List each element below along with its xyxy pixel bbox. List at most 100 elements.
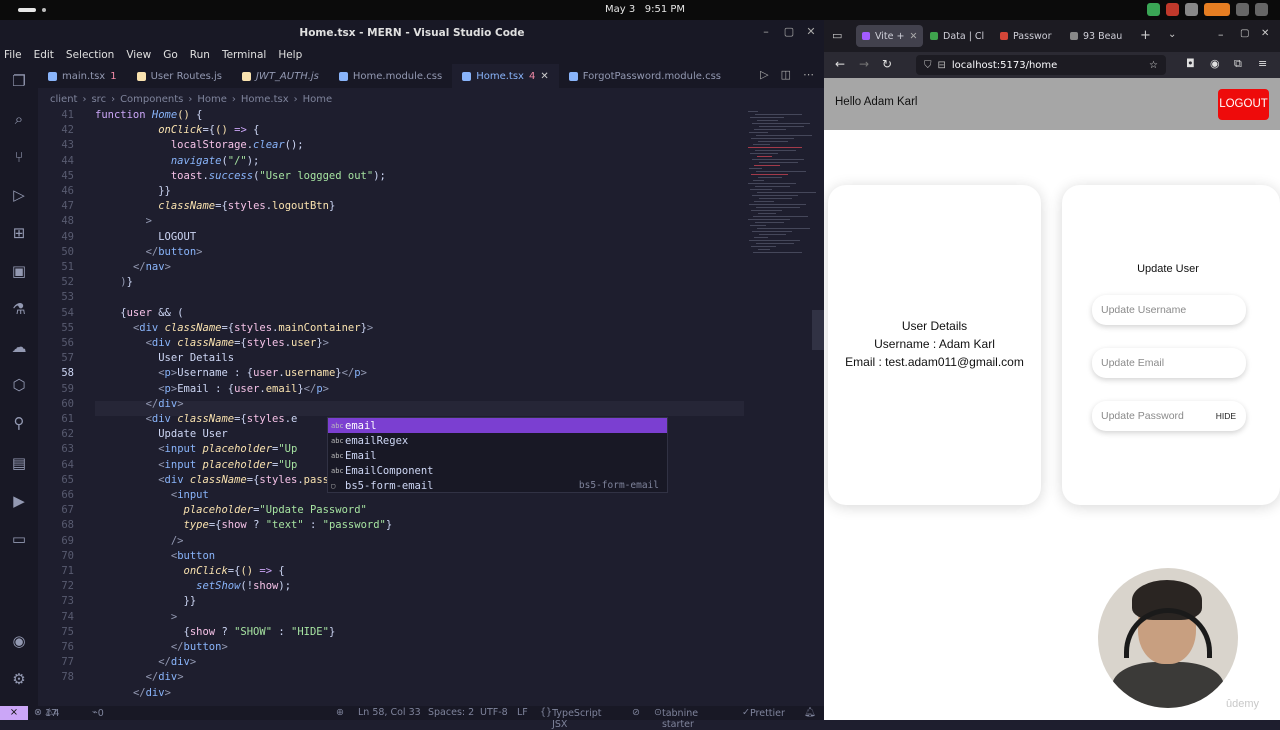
browser-tab-beau[interactable]: 93 Beau: [1064, 25, 1128, 47]
tabnine-status[interactable]: ⊙ tabnine starter: [654, 707, 698, 730]
menu-file[interactable]: File: [4, 49, 22, 61]
menu-view[interactable]: View: [126, 49, 151, 61]
menu-run[interactable]: Run: [190, 49, 210, 61]
close-icon[interactable]: ✕: [803, 24, 819, 40]
reload-icon[interactable]: ↻: [882, 57, 892, 71]
update-email-input[interactable]: Update Email: [1092, 348, 1246, 378]
code-editor[interactable]: 41 42 43 44 45 46 47 48 49 50 51 52 53 54 55 56 57 58 59 60…: [38, 109, 744, 704]
breadcrumb-item[interactable]: Home.tsx: [241, 94, 289, 105]
forward-icon[interactable]: →: [859, 57, 869, 71]
eol-status[interactable]: LF: [517, 707, 528, 718]
tab-forgot-password-css[interactable]: ForgotPassword.module.css: [559, 64, 731, 88]
menu-help[interactable]: Help: [278, 49, 302, 61]
browser-tab-vite[interactable]: Vite + ✕: [856, 25, 924, 47]
menu-edit[interactable]: Edit: [34, 49, 54, 61]
run-debug-icon[interactable]: ▷: [10, 186, 28, 204]
comments-icon[interactable]: ▭: [10, 530, 28, 548]
more-actions-icon[interactable]: ⋯: [803, 68, 814, 81]
play-icon[interactable]: ▶: [10, 492, 28, 510]
ports-status[interactable]: ⌁ 0: [92, 707, 104, 719]
minimize-icon[interactable]: –: [1218, 28, 1224, 41]
site-favicon: [1070, 32, 1078, 40]
back-icon[interactable]: ←: [835, 57, 845, 71]
tray-app-icon[interactable]: [1147, 3, 1160, 16]
docker-icon[interactable]: ☁: [10, 338, 28, 356]
account-icon[interactable]: ◉: [1210, 57, 1220, 70]
close-tab-icon[interactable]: ✕: [909, 31, 917, 42]
minimize-icon[interactable]: –: [758, 24, 774, 40]
breadcrumb-item[interactable]: Home: [303, 94, 333, 105]
tree-icon[interactable]: ⚲: [10, 414, 28, 432]
tab-home-tsx[interactable]: Home.tsx 4 ✕: [452, 64, 559, 88]
language-mode[interactable]: {} TypeScript JSX: [540, 707, 601, 730]
autocomplete-item[interactable]: abc email: [328, 418, 667, 433]
settings-gear-icon[interactable]: ⚙: [10, 670, 28, 688]
new-tab-icon[interactable]: +: [1140, 28, 1151, 43]
prettier-status[interactable]: ✓ Prettier: [742, 707, 785, 719]
account-icon[interactable]: ◉: [10, 632, 28, 650]
close-tab-icon[interactable]: ✕: [540, 71, 548, 82]
minimap[interactable]: [744, 109, 824, 329]
shield-icon[interactable]: ⛉: [924, 60, 932, 71]
panel-icon[interactable]: ▤: [10, 454, 28, 472]
autocomplete-item[interactable]: ▢ bs5-form-email bs5-form-email: [328, 478, 667, 493]
url-text[interactable]: localhost:5173/home: [952, 60, 1057, 71]
page-info-icon[interactable]: ⊟: [938, 60, 946, 71]
autocomplete-item[interactable]: abc EmailComponent: [328, 463, 667, 478]
tab-jwt-auth-js[interactable]: JWT_AUTH.js: [232, 64, 329, 88]
tray-recording-icon[interactable]: [1204, 3, 1230, 16]
tray-app-icon[interactable]: [1185, 3, 1198, 16]
breadcrumb-item[interactable]: src: [91, 94, 106, 105]
power-icon[interactable]: [1255, 3, 1268, 16]
menu-selection[interactable]: Selection: [66, 49, 114, 61]
menu-go[interactable]: Go: [163, 49, 178, 61]
search-icon[interactable]: ⌕: [10, 110, 28, 128]
tab-main-tsx[interactable]: main.tsx 1: [38, 64, 127, 88]
run-file-icon[interactable]: ▷: [760, 68, 768, 81]
encoding-status[interactable]: UTF-8: [480, 707, 508, 718]
tab-list-icon[interactable]: ⌄: [1168, 29, 1176, 40]
remote-indicator-icon[interactable]: ⨯: [0, 706, 28, 720]
password-toggle-button[interactable]: HIDE: [1216, 401, 1236, 431]
explorer-icon[interactable]: ❐: [10, 72, 28, 90]
system-clock[interactable]: May 3 9:51 PM: [605, 4, 685, 15]
source-control-icon[interactable]: ⑂: [10, 148, 28, 166]
tab-home-module-css[interactable]: Home.module.css: [329, 64, 452, 88]
tab-overview-icon[interactable]: ▭: [832, 29, 842, 42]
cursor-position[interactable]: Ln 58, Col 33: [358, 707, 421, 718]
pocket-icon[interactable]: ◘: [1186, 57, 1195, 70]
autocomplete-item[interactable]: abc Email: [328, 448, 667, 463]
notifications-icon[interactable]: 🔔︎: [804, 707, 816, 718]
database-icon[interactable]: ⬡: [10, 376, 28, 394]
autocomplete-item[interactable]: abc emailRegex: [328, 433, 667, 448]
maximize-icon[interactable]: ▢: [1240, 28, 1249, 39]
breadcrumb-item[interactable]: client: [50, 94, 77, 105]
bookmark-star-icon[interactable]: ☆: [1149, 60, 1158, 71]
split-editor-icon[interactable]: ◫: [781, 68, 791, 81]
zoom-icon[interactable]: ⊕: [336, 707, 344, 718]
logout-button[interactable]: LOGOUT: [1218, 89, 1269, 120]
remote-explorer-icon[interactable]: ▣: [10, 262, 28, 280]
update-password-input[interactable]: Update Password HIDE: [1092, 401, 1246, 431]
extensions-icon[interactable]: ⧉: [1234, 57, 1242, 71]
battery-icon[interactable]: [1236, 3, 1249, 16]
problems-status[interactable]: ⊗ 17 ⚠ 4: [34, 707, 60, 719]
update-username-input[interactable]: Update Username: [1092, 295, 1246, 325]
indentation-status[interactable]: Spaces: 2: [428, 707, 474, 718]
tab-user-routes-js[interactable]: User Routes.js: [127, 64, 232, 88]
breadcrumb-item[interactable]: Components: [120, 94, 183, 105]
browser-tab-password[interactable]: Passwor: [994, 25, 1058, 47]
close-icon[interactable]: ✕: [1261, 28, 1269, 39]
browser-tab-data[interactable]: Data | Cl: [924, 25, 990, 47]
maximize-icon[interactable]: ▢: [781, 24, 797, 40]
extensions-icon[interactable]: ⊞: [10, 224, 28, 242]
copilot-icon[interactable]: ⊘: [632, 707, 640, 718]
testing-icon[interactable]: ⚗: [10, 300, 28, 318]
address-bar[interactable]: ⛉ ⊟ localhost:5173/home ☆: [916, 55, 1166, 75]
menu-terminal[interactable]: Terminal: [222, 49, 266, 61]
breadcrumb-item[interactable]: Home: [197, 94, 227, 105]
tray-app-icon[interactable]: [1166, 3, 1179, 16]
editor-scrollbar[interactable]: [812, 310, 824, 350]
activities-indicator[interactable]: [18, 8, 36, 12]
menu-icon[interactable]: ≡: [1258, 57, 1267, 70]
